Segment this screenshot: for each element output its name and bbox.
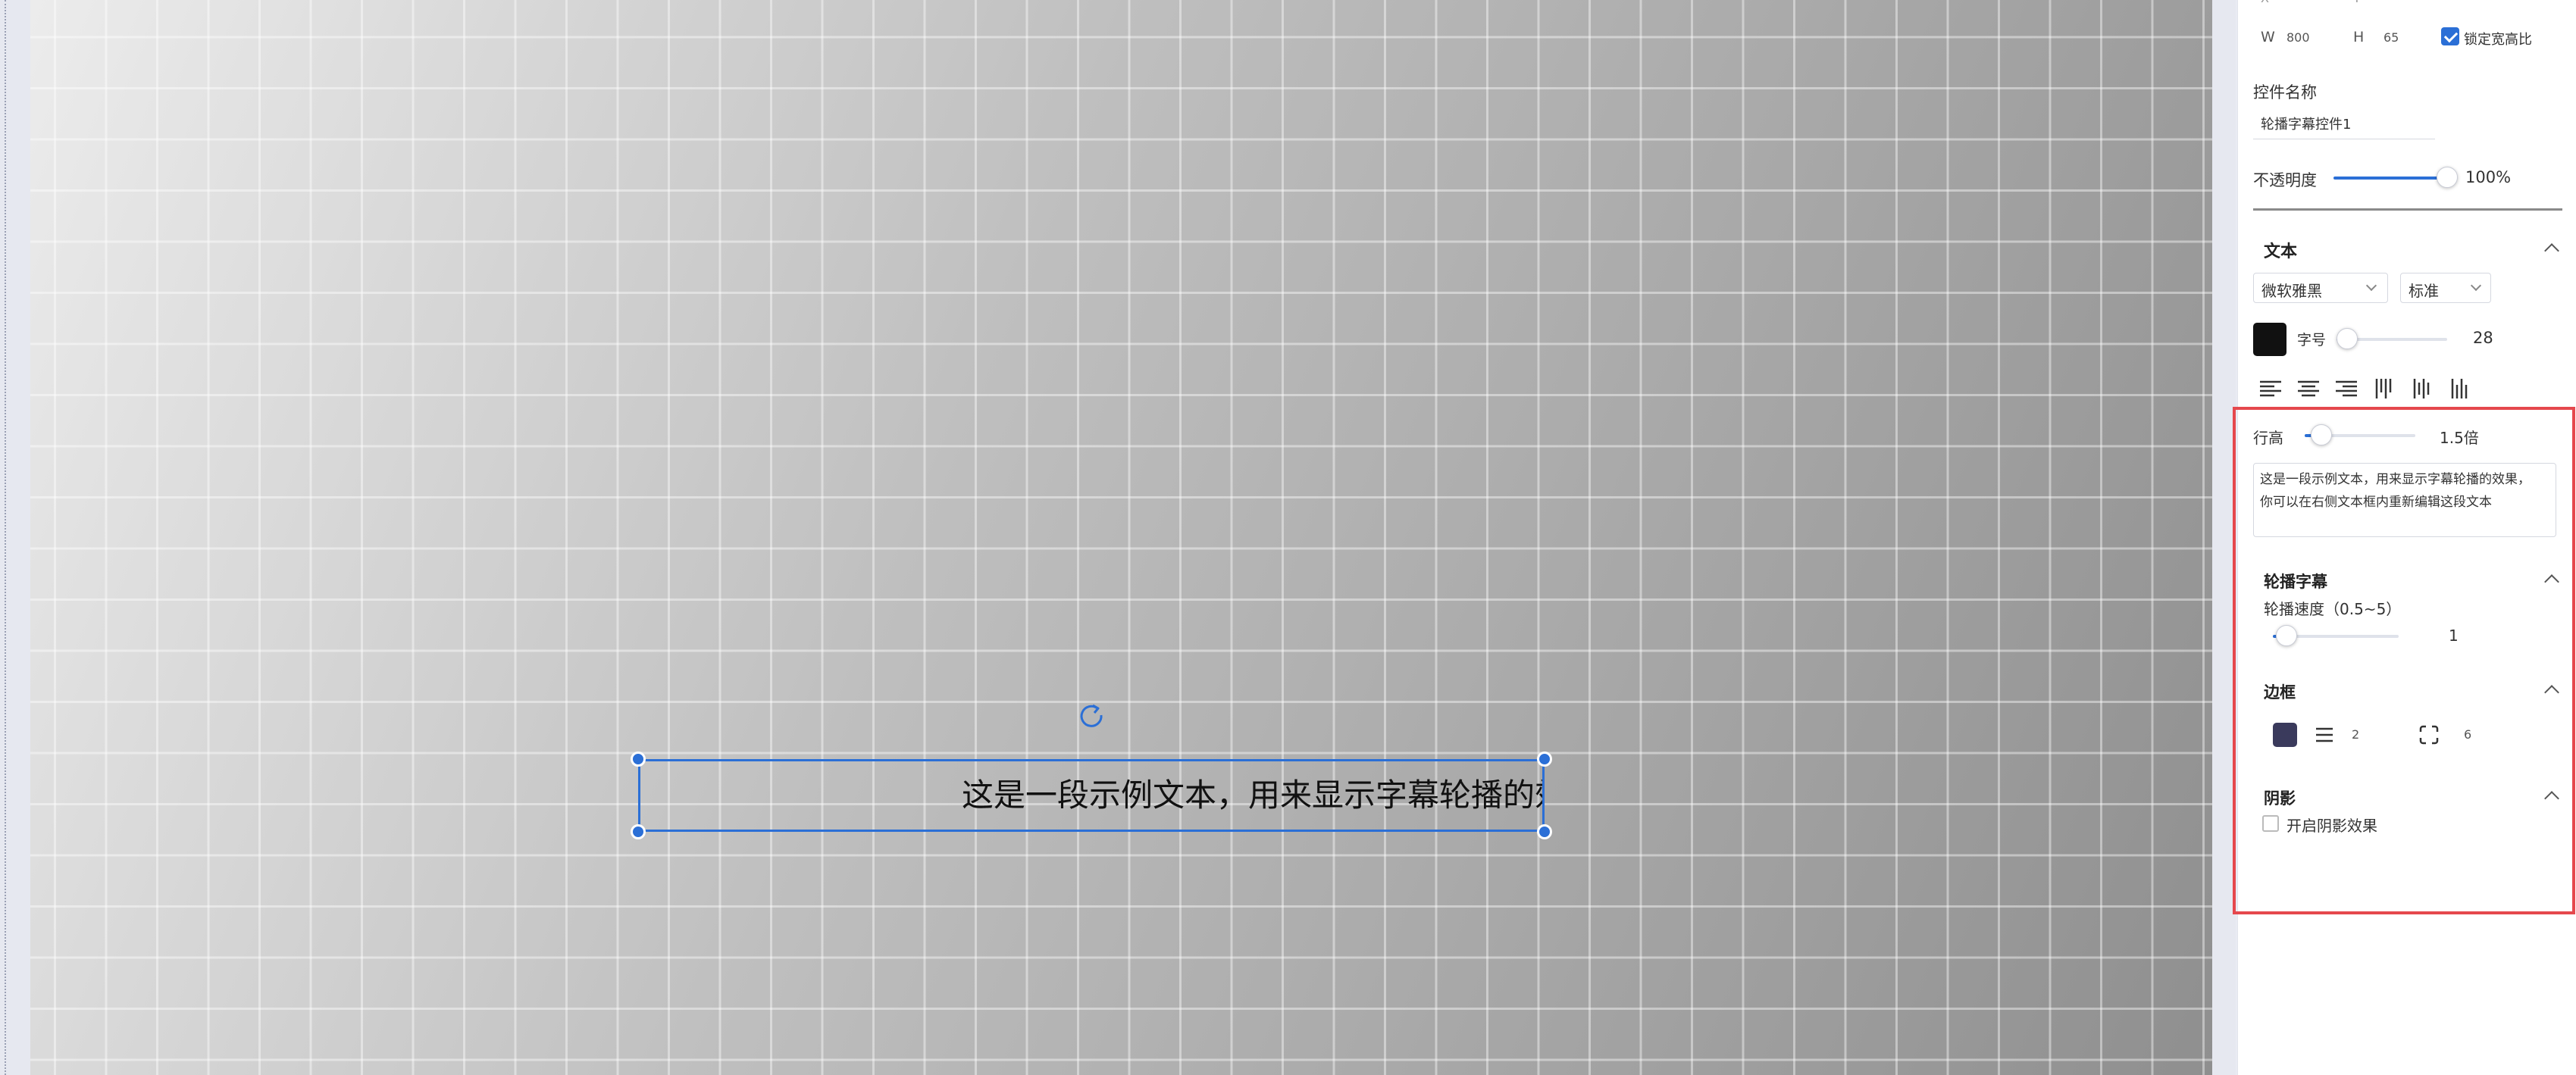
- text-content-textarea[interactable]: 这是一段示例文本，用来显示字幕轮播的效果， 你可以在右侧文本框内重新编辑这段文本: [2253, 463, 2556, 537]
- design-canvas[interactable]: [30, 0, 2212, 1075]
- text-color-swatch[interactable]: [2253, 323, 2286, 356]
- font-family-value: 微软雅黑: [2261, 282, 2322, 300]
- align-right-icon[interactable]: [2333, 376, 2359, 402]
- enable-shadow-label: 开启阴影效果: [2286, 817, 2377, 835]
- collapse-marquee-chevron-icon[interactable]: [2544, 574, 2559, 589]
- chevron-down-icon: [2365, 280, 2377, 292]
- x-position-label: X: [2261, 0, 2269, 5]
- opacity-label: 不透明度: [2253, 171, 2317, 189]
- rotate-handle-icon[interactable]: [1075, 698, 1108, 732]
- vertical-align-middle-icon[interactable]: [2409, 376, 2435, 402]
- border-radius-value[interactable]: 6: [2464, 727, 2471, 742]
- line-height-slider-thumb[interactable]: [2311, 424, 2332, 445]
- resize-handle-top-right[interactable]: [1537, 752, 1552, 767]
- widget-name-label: 控件名称: [2253, 83, 2317, 102]
- width-value[interactable]: 800: [2286, 30, 2310, 45]
- marquee-speed-slider-thumb[interactable]: [2276, 625, 2297, 646]
- border-radius-icon: [2418, 724, 2440, 745]
- align-center-icon[interactable]: [2296, 376, 2321, 402]
- border-section-title: 边框: [2264, 683, 2296, 702]
- marquee-speed-slider[interactable]: [2273, 625, 2399, 646]
- canvas-boundary-line: [5, 0, 6, 1075]
- font-size-value: 28: [2473, 329, 2493, 347]
- selection-frame: [638, 759, 1545, 832]
- text-content-line: 这是一段示例文本，用来显示字幕轮播的效果，: [2260, 472, 2531, 487]
- height-label: H: [2353, 29, 2365, 45]
- chevron-down-icon: [2470, 280, 2482, 292]
- line-height-slider[interactable]: [2305, 424, 2415, 445]
- border-width-icon: [2314, 724, 2335, 745]
- collapse-shadow-chevron-icon[interactable]: [2544, 791, 2559, 806]
- resize-handle-bottom-left[interactable]: [631, 824, 646, 839]
- resize-handle-top-left[interactable]: [631, 752, 646, 767]
- section-divider: [2253, 208, 2562, 211]
- text-content-line: 你可以在右侧文本框内重新编辑这段文本: [2260, 495, 2492, 510]
- border-width-value[interactable]: 2: [2352, 727, 2359, 742]
- shadow-section-title: 阴影: [2264, 789, 2296, 808]
- font-family-select[interactable]: 微软雅黑: [2253, 273, 2388, 303]
- property-panel: X Y W 800 H 65 锁定宽高比 控件名称 轮播字幕控件1 不透明度 1…: [2237, 0, 2576, 1075]
- collapse-border-chevron-icon[interactable]: [2544, 685, 2559, 700]
- font-size-slider[interactable]: [2337, 328, 2447, 349]
- height-value[interactable]: 65: [2384, 30, 2399, 45]
- border-color-swatch[interactable]: [2273, 723, 2297, 747]
- font-size-label: 字号: [2297, 332, 2327, 348]
- font-size-slider-thumb[interactable]: [2337, 328, 2358, 349]
- line-height-label: 行高: [2253, 429, 2283, 447]
- font-weight-value: 标准: [2409, 282, 2439, 300]
- vertical-align-top-icon[interactable]: [2371, 376, 2397, 402]
- vertical-align-bottom-icon[interactable]: [2447, 376, 2473, 402]
- lock-ratio-label: 锁定宽高比: [2464, 32, 2532, 48]
- opacity-value: 100%: [2465, 168, 2512, 186]
- marquee-speed-value: 1: [2449, 627, 2459, 645]
- y-position-label: Y: [2353, 0, 2361, 5]
- marquee-section-title: 轮播字幕: [2264, 573, 2327, 591]
- resize-handle-bottom-right[interactable]: [1537, 824, 1552, 839]
- opacity-slider[interactable]: [2333, 167, 2458, 188]
- text-section-title: 文本: [2264, 242, 2298, 261]
- collapse-text-chevron-icon[interactable]: [2544, 243, 2559, 258]
- widget-name-input[interactable]: 轮播字幕控件1: [2253, 109, 2435, 139]
- editor-canvas-area: 这是一段示例文本，用来显示字幕轮播的效果，你可以在右侧文本框内重新编辑这段文本: [0, 0, 2236, 1075]
- width-label: W: [2261, 29, 2275, 45]
- align-left-icon[interactable]: [2258, 376, 2283, 402]
- enable-shadow-checkbox[interactable]: [2262, 815, 2279, 832]
- line-height-value: 1.5倍: [2440, 429, 2479, 447]
- lock-ratio-checkbox[interactable]: [2441, 27, 2459, 45]
- marquee-speed-label: 轮播速度（0.5~5）: [2264, 600, 2402, 618]
- font-weight-select[interactable]: 标准: [2400, 273, 2491, 303]
- opacity-slider-thumb[interactable]: [2437, 167, 2458, 188]
